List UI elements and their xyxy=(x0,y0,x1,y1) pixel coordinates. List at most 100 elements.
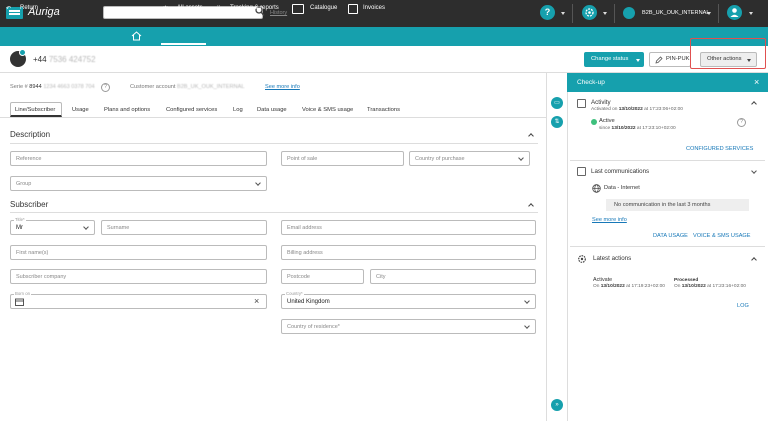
tabs-divider xyxy=(0,117,547,118)
voice-sms-usage-link[interactable]: VOICE & SMS USAGE xyxy=(693,233,751,239)
chevron-down-icon xyxy=(636,59,640,62)
user-avatar-icon[interactable] xyxy=(727,5,742,20)
data-internet-label: Data - Internet xyxy=(604,185,640,191)
change-status-button[interactable]: Change status xyxy=(584,52,644,67)
phone-prefix: +44 xyxy=(33,55,47,64)
nav-catalogue[interactable]: Catalogue xyxy=(310,5,337,11)
see-more-info-link[interactable]: See more info xyxy=(265,84,300,90)
globe-icon xyxy=(592,184,601,193)
see-more-info-link[interactable]: See more info xyxy=(592,217,627,223)
action1-on: On xyxy=(593,284,600,289)
home-icon[interactable] xyxy=(131,31,142,41)
title-select[interactable]: Title* Mr xyxy=(10,217,95,235)
company-placeholder: Subscriber company xyxy=(16,274,67,280)
help-icon[interactable]: ? xyxy=(540,5,555,20)
chevron-down-icon xyxy=(83,224,89,230)
swap-icon[interactable]: ⇅ xyxy=(551,116,563,128)
postcode-field[interactable]: Postcode xyxy=(281,269,364,284)
email-field[interactable]: Email address xyxy=(281,220,536,235)
active-tab-indicator xyxy=(161,43,206,45)
billing-address-field[interactable]: Billing address xyxy=(281,245,536,260)
nav-invoices[interactable]: Invoices xyxy=(363,5,385,11)
subscriber-company-field[interactable]: Subscriber company xyxy=(10,269,267,284)
group-select[interactable]: Group xyxy=(10,176,267,191)
tracking-icon: ⫶⫶ xyxy=(217,5,221,11)
section-divider xyxy=(570,246,765,247)
return-link[interactable]: Return xyxy=(20,5,38,11)
pin-puk-label: PIN-PUK xyxy=(666,56,690,62)
nav-tracking[interactable]: Tracking & reports xyxy=(230,5,279,11)
account-name[interactable]: B2B_UK_OUK_INTERNAL xyxy=(642,10,709,16)
chevron-down-icon[interactable] xyxy=(707,12,711,15)
chevron-up-icon[interactable] xyxy=(528,133,534,139)
panel-divider xyxy=(546,73,547,421)
chevron-down-icon[interactable] xyxy=(603,12,607,15)
tab-plans-options[interactable]: Plans and options xyxy=(104,107,150,113)
reference-placeholder: Reference xyxy=(16,156,42,162)
country-label: Country* xyxy=(285,291,304,296)
action2-date: 13/10/2022 xyxy=(681,284,706,289)
country-value: United Kingdom xyxy=(287,299,330,305)
tab-voice-sms-usage[interactable]: Voice & SMS usage xyxy=(302,107,353,113)
tab-log[interactable]: Log xyxy=(233,107,243,113)
latest-actions-title: Latest actions xyxy=(593,255,632,262)
expand-panel-button[interactable]: » xyxy=(551,399,563,411)
city-placeholder: City xyxy=(376,274,386,280)
nav-all-assets[interactable]: All assets xyxy=(177,5,203,11)
phone-number: +44 7536 424752 xyxy=(33,55,96,64)
first-names-field[interactable]: First name(s) xyxy=(10,245,267,260)
tab-data-usage[interactable]: Data usage xyxy=(257,107,287,113)
active-label: Active xyxy=(599,118,615,124)
tab-usage[interactable]: Usage xyxy=(72,107,89,113)
tab-line-subscriber[interactable]: Line/Subscriber xyxy=(15,107,55,113)
edit-icon xyxy=(655,56,663,64)
divider xyxy=(614,4,615,23)
description-title: Description xyxy=(10,130,51,139)
active-status-dot xyxy=(591,119,597,125)
reference-field[interactable]: Reference xyxy=(10,151,267,166)
catalogue-icon xyxy=(292,4,304,14)
activity-title: Activity xyxy=(591,99,611,106)
data-usage-link[interactable]: DATA USAGE xyxy=(653,233,688,239)
log-link[interactable]: LOG xyxy=(737,303,749,309)
point-of-sale-field[interactable]: Point of sale xyxy=(281,151,404,166)
tab-configured-services[interactable]: Configured services xyxy=(166,107,217,113)
help-icon[interactable]: ? xyxy=(737,118,746,127)
country-of-residence-select[interactable]: Country of residence* xyxy=(281,319,536,334)
serial-rest: 1234 4663 0378 704 xyxy=(43,84,95,90)
configured-services-link[interactable]: CONFIGURED SERVICES xyxy=(686,146,753,152)
serial-label: Serie # xyxy=(10,84,28,90)
customer-account: Customer account B2B_UK_OUK_INTERNAL xyxy=(130,84,244,90)
city-field[interactable]: City xyxy=(370,269,536,284)
chevron-down-icon[interactable] xyxy=(749,12,753,15)
clear-icon[interactable]: × xyxy=(254,296,259,306)
calendar-icon[interactable] xyxy=(15,298,24,306)
help-icon[interactable]: ? xyxy=(101,83,110,92)
settings-icon[interactable] xyxy=(582,5,597,20)
section-divider xyxy=(10,143,538,144)
communications-icon xyxy=(577,167,586,176)
action-activate-date: On 13/10/2022 at 17:19:23+02:00 xyxy=(593,284,665,289)
chevron-down-icon[interactable] xyxy=(561,12,565,15)
highlight-box xyxy=(690,38,766,69)
born-on-date-field[interactable]: Born on × xyxy=(10,291,267,309)
chevron-up-icon[interactable] xyxy=(528,203,534,209)
return-icon[interactable]: ↶ xyxy=(6,5,11,12)
tab-transactions[interactable]: Transactions xyxy=(367,107,400,113)
section-divider xyxy=(10,212,538,213)
country-of-purchase-select[interactable]: Country of purchase xyxy=(409,151,530,166)
subscriber-title: Subscriber xyxy=(10,200,49,209)
born-on-label: Born on xyxy=(14,291,32,296)
account-folder-icon[interactable] xyxy=(623,7,635,19)
activated-time: at 17:23:06+02:00 xyxy=(644,107,683,112)
action-processed-date: On 13/10/2022 at 17:23:16+02:00 xyxy=(674,284,746,289)
surname-field[interactable]: Surname xyxy=(101,220,267,235)
action1-date: 13/10/2022 xyxy=(600,284,625,289)
comment-icon[interactable]: ▭ xyxy=(551,97,563,109)
status-badge xyxy=(19,49,26,56)
residence-placeholder: Country of residence* xyxy=(287,324,340,330)
close-icon[interactable]: × xyxy=(754,77,759,87)
action1-time: at 17:19:23+02:00 xyxy=(626,284,665,289)
country-select[interactable]: Country* United Kingdom xyxy=(281,291,536,309)
pin-puk-button[interactable]: PIN-PUK xyxy=(649,52,691,67)
